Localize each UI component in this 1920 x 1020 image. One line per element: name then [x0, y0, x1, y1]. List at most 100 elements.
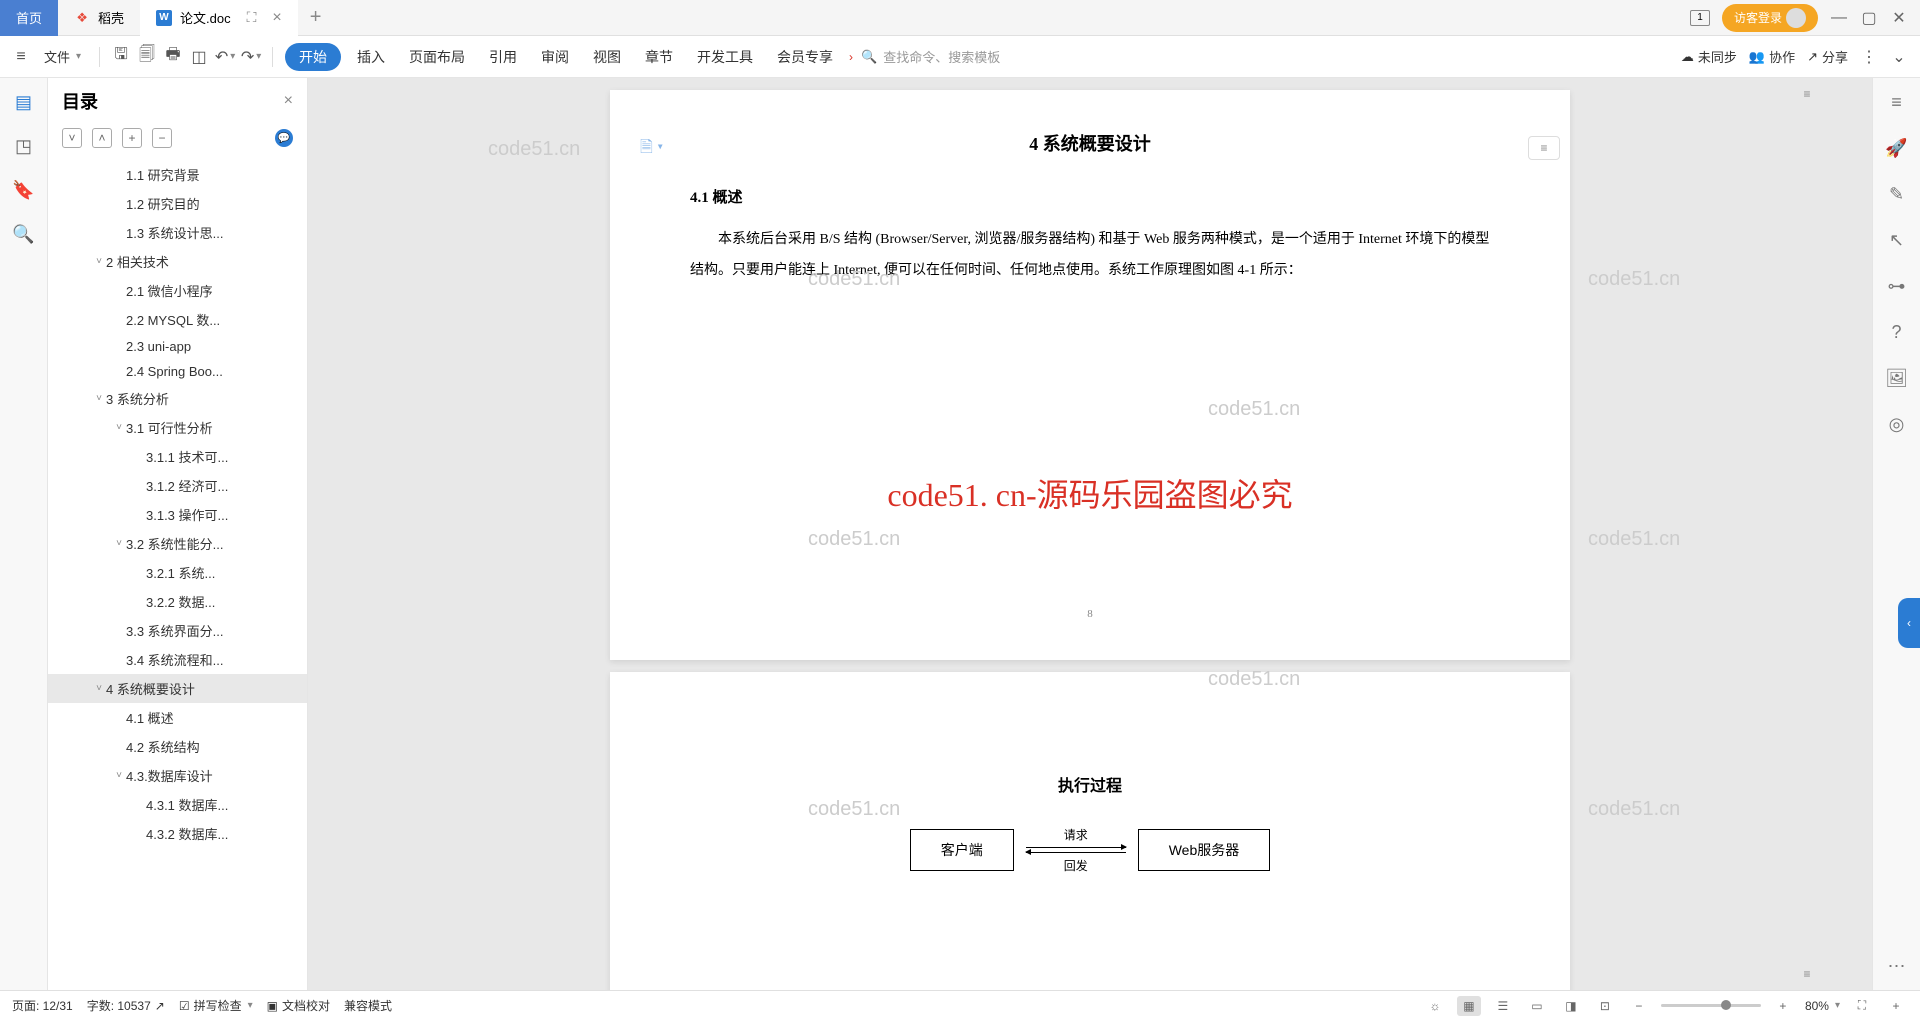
outline-item[interactable]: 4.3.2 数据库...: [48, 819, 307, 848]
scroll-down-icon[interactable]: ≡: [1797, 964, 1817, 984]
read-view-icon[interactable]: ◨: [1559, 996, 1583, 1016]
page-marker-icon[interactable]: 🗎 ▾: [640, 136, 663, 163]
chevron-down-icon[interactable]: ˅: [112, 538, 126, 549]
more-tools-icon[interactable]: ⋯: [1885, 954, 1909, 978]
outline-item[interactable]: 2.3 uni-app: [48, 334, 307, 359]
print-icon[interactable]: 🖶: [164, 48, 182, 66]
menu-start[interactable]: 开始: [285, 43, 341, 71]
zoom-level[interactable]: 80%▾: [1805, 999, 1840, 1013]
outline-item[interactable]: ˅4 系统概要设计: [48, 674, 307, 703]
sync-button[interactable]: ☁未同步: [1681, 47, 1737, 66]
outline-item[interactable]: 4.2 系统结构: [48, 732, 307, 761]
zoom-in-icon[interactable]: +: [1771, 996, 1795, 1016]
outline-close-icon[interactable]: ×: [284, 92, 293, 110]
outline-item[interactable]: 2.1 微信小程序: [48, 276, 307, 305]
outline-item[interactable]: 4.1 概述: [48, 703, 307, 732]
outline-item[interactable]: 3.1.1 技术可...: [48, 442, 307, 471]
menu-insert[interactable]: 插入: [349, 43, 393, 71]
focus-view-icon[interactable]: ⊡: [1593, 996, 1617, 1016]
outline-item[interactable]: 3.3 系统界面分...: [48, 616, 307, 645]
command-search[interactable]: 🔍 查找命令、搜索模板: [861, 47, 1000, 66]
image-rail-icon[interactable]: 🖼: [1885, 366, 1909, 390]
side-panel-handle[interactable]: ‹: [1898, 598, 1920, 648]
cursor-rail-icon[interactable]: ↖: [1885, 228, 1909, 252]
chevron-down-icon[interactable]: ˅: [92, 683, 106, 694]
outline-remove-icon[interactable]: −: [152, 128, 172, 148]
outline-item[interactable]: 2.4 Spring Boo...: [48, 359, 307, 384]
outline-item[interactable]: 3.1.2 经济可...: [48, 471, 307, 500]
outline-collapse-all-icon[interactable]: ˅: [62, 128, 82, 148]
undo-icon[interactable]: ↶▾: [216, 48, 234, 66]
print-preview-icon[interactable]: ◫: [190, 48, 208, 66]
outline-item[interactable]: 3.4 系统流程和...: [48, 645, 307, 674]
outline-rail-icon[interactable]: ▤: [12, 90, 36, 114]
file-menu[interactable]: 文件▾: [38, 43, 87, 70]
outline-item[interactable]: 3.1.3 操作可...: [48, 500, 307, 529]
new-tab-button[interactable]: +: [298, 6, 334, 29]
outline-item[interactable]: ˅2 相关技术: [48, 247, 307, 276]
fullscreen-icon[interactable]: ⛶: [1850, 996, 1874, 1016]
redo-icon[interactable]: ↷▾: [242, 48, 260, 66]
save-icon[interactable]: 🖫: [112, 48, 130, 66]
bookmark-rail-icon[interactable]: ◳: [12, 134, 36, 158]
compat-mode[interactable]: 兼容模式: [344, 997, 392, 1014]
save-as-icon[interactable]: 🗐: [138, 48, 156, 66]
outline-item[interactable]: 1.3 系统设计思...: [48, 218, 307, 247]
tag-rail-icon[interactable]: 🔖: [12, 178, 36, 202]
document-page[interactable]: 🗎 ▾ ≡ 4 系统概要设计 4.1 概述 本系统后台采用 B/S 结构 (Br…: [610, 90, 1570, 660]
tab-document[interactable]: W 论文.doc ⛶ ×: [140, 0, 298, 36]
chevron-down-icon[interactable]: ˅: [112, 422, 126, 433]
page-indicator[interactable]: 页面: 12/31: [12, 997, 73, 1014]
outline-item[interactable]: ˅3.1 可行性分析: [48, 413, 307, 442]
settings-rail-icon[interactable]: ⊶: [1885, 274, 1909, 298]
collapse-ribbon-icon[interactable]: ⌄: [1890, 48, 1908, 66]
more-icon[interactable]: ⋮: [1860, 48, 1878, 66]
target-rail-icon[interactable]: ◎: [1885, 412, 1909, 436]
outline-expand-all-icon[interactable]: ˄: [92, 128, 112, 148]
menu-page-layout[interactable]: 页面布局: [401, 43, 473, 71]
minimize-icon[interactable]: —: [1830, 9, 1848, 27]
close-window-icon[interactable]: ✕: [1890, 9, 1908, 27]
menu-vip[interactable]: 会员专享: [769, 43, 841, 71]
page-view-icon[interactable]: ▦: [1457, 996, 1481, 1016]
tab-close-icon[interactable]: ×: [272, 9, 281, 27]
help-rail-icon[interactable]: ?: [1885, 320, 1909, 344]
coop-button[interactable]: 👥协作: [1749, 47, 1795, 66]
maximize-icon[interactable]: ▢: [1860, 9, 1878, 27]
chevron-down-icon[interactable]: ˅: [92, 393, 106, 404]
rocket-rail-icon[interactable]: 🚀: [1885, 136, 1909, 160]
menu-sections[interactable]: 章节: [637, 43, 681, 71]
document-scroll[interactable]: 🗎 ▾ ≡ 4 系统概要设计 4.1 概述 本系统后台采用 B/S 结构 (Br…: [308, 78, 1872, 990]
outline-chat-icon[interactable]: 💬: [275, 129, 293, 147]
search-rail-icon[interactable]: 🔍: [12, 222, 36, 246]
outline-item[interactable]: 1.1 研究背景: [48, 160, 307, 189]
lines-rail-icon[interactable]: ≡: [1885, 90, 1909, 114]
outline-item[interactable]: ˅3 系统分析: [48, 384, 307, 413]
add-page-icon[interactable]: +: [1884, 996, 1908, 1016]
share-button[interactable]: ↗分享: [1807, 47, 1848, 66]
zoom-out-icon[interactable]: −: [1627, 996, 1651, 1016]
outline-view-icon[interactable]: ☰: [1491, 996, 1515, 1016]
document-page[interactable]: 执行过程 客户端 请求 回发 Web服务器: [610, 672, 1570, 990]
outline-item[interactable]: 1.2 研究目的: [48, 189, 307, 218]
menu-review[interactable]: 审阅: [533, 43, 577, 71]
outline-item[interactable]: 2.2 MYSQL 数...: [48, 305, 307, 334]
outline-item[interactable]: ˅3.2 系统性能分...: [48, 529, 307, 558]
menu-dev-tools[interactable]: 开发工具: [689, 43, 761, 71]
chevron-down-icon[interactable]: ˅: [92, 256, 106, 267]
spell-check[interactable]: ☑拼写检查▾: [179, 997, 253, 1014]
outline-item[interactable]: 3.2.1 系统...: [48, 558, 307, 587]
outline-add-icon[interactable]: +: [122, 128, 142, 148]
scroll-up-icon[interactable]: ≡: [1797, 84, 1817, 104]
chevron-down-icon[interactable]: ˅: [112, 770, 126, 781]
menu-references[interactable]: 引用: [481, 43, 525, 71]
word-count[interactable]: 字数: 10537 ↗: [87, 997, 165, 1014]
tab-presentation-icon[interactable]: ⛶: [247, 9, 257, 26]
menu-view[interactable]: 视图: [585, 43, 629, 71]
page-collapse-button[interactable]: ≡: [1528, 136, 1560, 160]
tab-docer[interactable]: ❖ 稻壳: [58, 0, 140, 36]
tab-home[interactable]: 首页: [0, 0, 58, 36]
outline-item[interactable]: 4.3.1 数据库...: [48, 790, 307, 819]
web-view-icon[interactable]: ▭: [1525, 996, 1549, 1016]
brightness-icon[interactable]: ☼: [1423, 996, 1447, 1016]
